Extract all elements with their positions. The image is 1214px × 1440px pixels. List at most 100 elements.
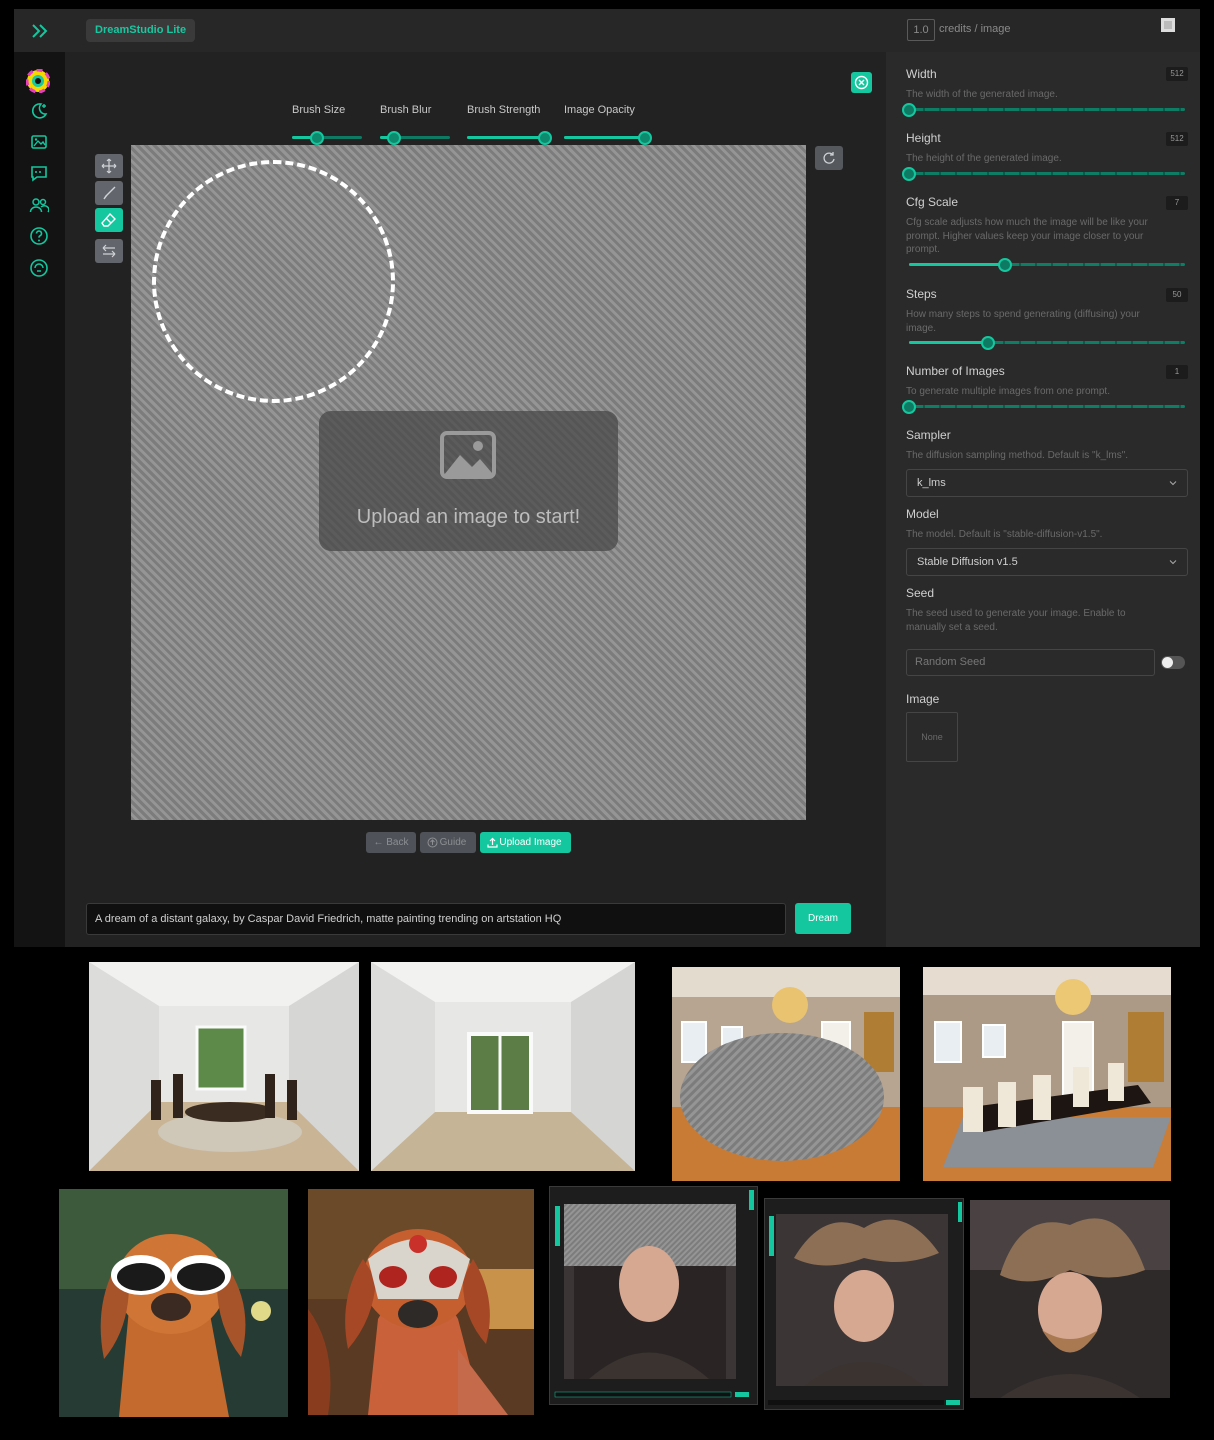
brush-size-label: Brush Size bbox=[292, 104, 346, 116]
dog-with-mask-painting bbox=[308, 1189, 534, 1415]
number-of-images-slider[interactable] bbox=[909, 405, 1185, 408]
inpaint-screenshot-masked-portrait bbox=[549, 1186, 758, 1405]
eraser-tool-button[interactable] bbox=[95, 208, 123, 232]
upload-icon bbox=[487, 837, 498, 848]
upload-prompt-text: Upload an image to start! bbox=[356, 506, 581, 528]
number-of-images-desc: To generate multiple images from one pro… bbox=[906, 386, 1110, 397]
seed-label: Seed bbox=[906, 586, 935, 600]
logo-icon[interactable] bbox=[26, 69, 50, 93]
sampler-select[interactable]: k_lms bbox=[906, 469, 1188, 497]
masked-dining-room-photo bbox=[672, 967, 900, 1181]
portrait-with-hair-and-beard-photo bbox=[970, 1200, 1170, 1398]
expand-sidebar-icon[interactable] bbox=[29, 20, 51, 42]
height-thumb[interactable] bbox=[902, 167, 916, 181]
inpaint-canvas[interactable]: Upload an image to start! bbox=[131, 145, 806, 820]
cfg-scale-value: 7 bbox=[1166, 196, 1188, 210]
guide-icon bbox=[427, 837, 438, 848]
upload-image-button[interactable]: Upload Image bbox=[480, 832, 571, 853]
steps-label: Steps bbox=[906, 287, 937, 301]
model-label: Model bbox=[906, 507, 939, 521]
privacy-icon[interactable] bbox=[29, 258, 49, 278]
brush-blur-label: Brush Blur bbox=[380, 104, 432, 116]
inpaint-screenshot-hair-portrait bbox=[764, 1198, 964, 1410]
number-of-images-value: 1 bbox=[1166, 365, 1188, 379]
seed-desc: The seed used to generate your image. En… bbox=[906, 608, 1126, 633]
cfg-scale-fill bbox=[909, 263, 1005, 266]
dream-button[interactable]: Dream bbox=[795, 903, 851, 934]
number-of-images-thumb[interactable] bbox=[902, 400, 916, 414]
sidebar bbox=[14, 52, 65, 947]
steps-desc: How many steps to spend generating (diff… bbox=[906, 309, 1140, 334]
brush-strength-thumb[interactable] bbox=[538, 131, 552, 145]
credits-label: credits / image bbox=[939, 23, 1011, 35]
brush-cursor bbox=[152, 160, 395, 403]
move-tool-button[interactable] bbox=[95, 154, 123, 178]
upload-image-label: Upload Image bbox=[499, 837, 562, 848]
sampler-selected: k_lms bbox=[917, 477, 946, 489]
number-of-images-label: Number of Images bbox=[906, 364, 1005, 378]
image-opacity-fill bbox=[564, 136, 646, 139]
furnished-dining-room-photo bbox=[923, 967, 1171, 1181]
dreamstudio-window: DreamStudio Lite 1.0 credits / image Bru… bbox=[14, 9, 1200, 947]
back-button[interactable]: ← Back bbox=[366, 832, 416, 853]
community-icon[interactable] bbox=[29, 195, 49, 215]
history-icon[interactable] bbox=[29, 132, 49, 152]
height-slider[interactable] bbox=[909, 172, 1185, 175]
width-slider[interactable] bbox=[909, 108, 1185, 111]
empty-room-with-table-photo bbox=[89, 962, 359, 1171]
height-value: 512 bbox=[1166, 132, 1188, 146]
height-desc: The height of the generated image. bbox=[906, 153, 1062, 164]
brush-blur-thumb[interactable] bbox=[387, 131, 401, 145]
prompt-input[interactable]: A dream of a distant galaxy, by Caspar D… bbox=[86, 903, 786, 935]
model-desc: The model. Default is "stable-diffusion-… bbox=[906, 529, 1103, 540]
cfg-scale-thumb[interactable] bbox=[998, 258, 1012, 272]
brand-label[interactable]: DreamStudio Lite bbox=[86, 19, 196, 42]
width-value: 512 bbox=[1166, 67, 1188, 81]
width-thumb[interactable] bbox=[902, 103, 916, 117]
guide-button[interactable]: Guide bbox=[420, 832, 476, 853]
cfg-scale-desc: Cfg scale adjusts how much the image wil… bbox=[906, 217, 1148, 255]
brush-strength-label: Brush Strength bbox=[467, 104, 541, 116]
brush-size-thumb[interactable] bbox=[310, 131, 324, 145]
image-icon bbox=[440, 431, 496, 479]
brush-strength-fill bbox=[467, 136, 547, 139]
sampler-label: Sampler bbox=[906, 428, 951, 442]
swap-icon bbox=[102, 244, 116, 258]
feedback-icon[interactable] bbox=[29, 163, 49, 183]
dream-icon[interactable] bbox=[29, 101, 49, 121]
image-label: Image bbox=[906, 692, 940, 706]
steps-thumb[interactable] bbox=[981, 336, 995, 350]
avatar[interactable] bbox=[1160, 17, 1192, 49]
init-image-slot[interactable]: None bbox=[906, 712, 958, 762]
seed-input[interactable]: Random Seed bbox=[906, 649, 1155, 676]
reset-icon bbox=[823, 152, 835, 164]
chevron-down-icon bbox=[1169, 560, 1177, 565]
settings-panel: Width 512 The width of the generated ima… bbox=[886, 52, 1200, 947]
image-opacity-label: Image Opacity bbox=[564, 104, 635, 116]
dog-with-sunglasses-painting bbox=[59, 1189, 288, 1417]
guide-label: Guide bbox=[439, 837, 467, 848]
reset-canvas-button[interactable] bbox=[815, 146, 843, 170]
model-select[interactable]: Stable Diffusion v1.5 bbox=[906, 548, 1188, 576]
swap-tool-button[interactable] bbox=[95, 239, 123, 263]
credits-value: 1.0 bbox=[907, 19, 935, 41]
close-icon[interactable] bbox=[851, 72, 872, 93]
brush-tool-button[interactable] bbox=[95, 181, 123, 205]
move-icon bbox=[101, 158, 117, 174]
model-selected: Stable Diffusion v1.5 bbox=[917, 556, 1018, 568]
empty-room-photo bbox=[371, 962, 635, 1171]
help-icon[interactable] bbox=[29, 226, 49, 246]
workspace: Brush Size Brush Blur Brush Strength Ima… bbox=[65, 52, 886, 947]
sampler-desc: The diffusion sampling method. Default i… bbox=[906, 450, 1129, 461]
height-label: Height bbox=[906, 131, 941, 145]
width-desc: The width of the generated image. bbox=[906, 89, 1058, 100]
upload-placeholder[interactable]: Upload an image to start! bbox=[319, 411, 618, 551]
width-label: Width bbox=[906, 67, 937, 81]
seed-toggle[interactable] bbox=[1161, 656, 1185, 669]
top-bar: DreamStudio Lite 1.0 credits / image bbox=[14, 9, 1200, 52]
brush-icon bbox=[103, 186, 116, 200]
eraser-icon bbox=[101, 212, 116, 227]
steps-fill bbox=[909, 341, 988, 344]
image-opacity-thumb[interactable] bbox=[638, 131, 652, 145]
steps-value: 50 bbox=[1166, 288, 1188, 302]
